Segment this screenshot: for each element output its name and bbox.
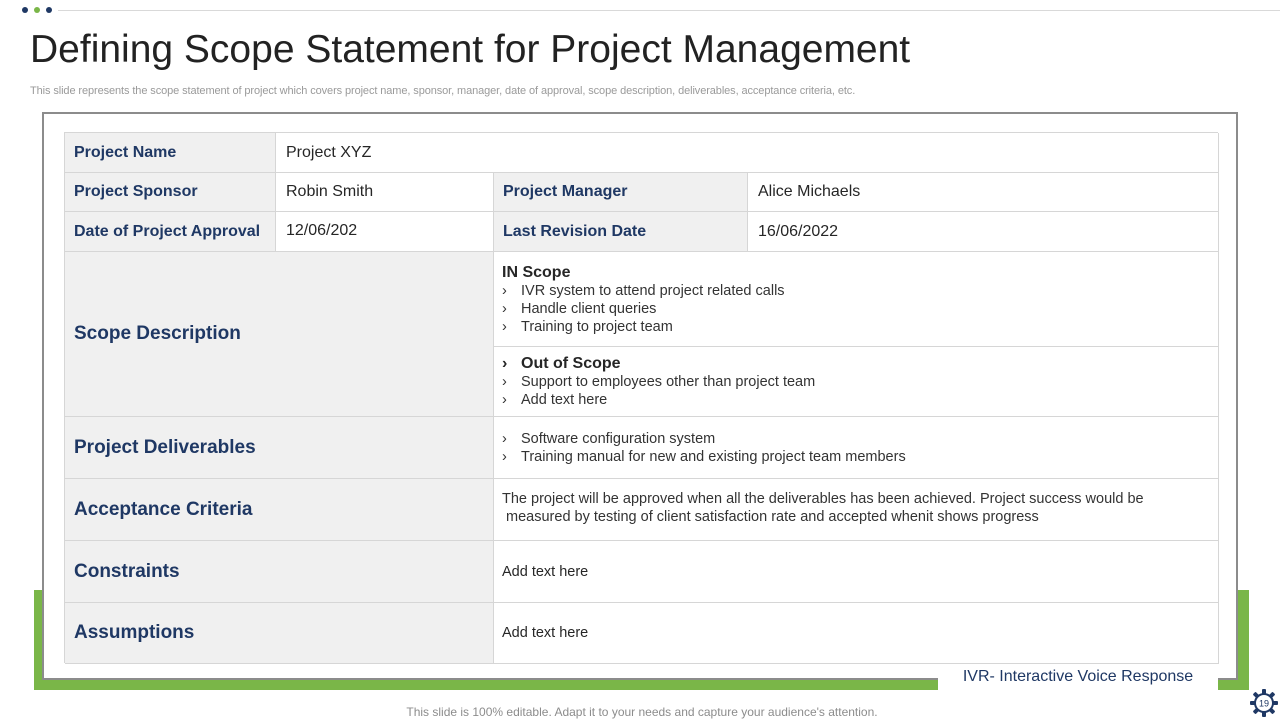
scope-table-frame: Project Name Project XYZ Project Sponsor… — [42, 112, 1238, 680]
acceptance-cell: The project will be approved when all th… — [494, 479, 1219, 541]
approval-date-value: 12/06/202 — [276, 212, 494, 252]
project-manager-value: Alice Michaels — [748, 173, 1219, 212]
list-item: › Support to employees other than project… — [502, 374, 816, 390]
chevron-icon: › — [502, 374, 507, 390]
dot-icon — [34, 7, 40, 13]
deliverables-cell: › Software configuration system › Training… — [494, 417, 1219, 479]
project-name-label: Project Name — [65, 133, 276, 173]
dot-icon — [46, 7, 52, 13]
footer-note: This slide is 100% editable. Adapt it to… — [406, 705, 878, 719]
acceptance-text-line-1: The project will be approved when all th… — [502, 491, 1144, 507]
out-scope-heading: › Out of Scope — [502, 355, 621, 372]
scope-table: Project Name Project XYZ Project Sponsor… — [64, 132, 1219, 664]
revision-date-label: Last Revision Date — [494, 212, 748, 252]
list-item: › Handle client queries — [502, 301, 657, 317]
deliverables-label: Project Deliverables — [65, 417, 494, 479]
chevron-icon: › — [502, 319, 507, 335]
chevron-icon: › — [502, 449, 507, 465]
revision-date-value: 16/06/2022 — [748, 212, 1219, 252]
chevron-icon: › — [502, 431, 507, 447]
top-divider — [58, 10, 1280, 11]
page-title: Defining Scope Statement for Project Man… — [30, 28, 911, 71]
ivr-note: IVR- Interactive Voice Response — [938, 664, 1218, 690]
project-sponsor-value: Robin Smith — [276, 173, 494, 212]
list-item: › Training manual for new and existing pr… — [502, 449, 906, 465]
gear-icon: 19 — [1250, 689, 1278, 717]
page-number-badge: 19 — [1249, 688, 1279, 718]
assumptions-value: Add text here — [494, 603, 1219, 664]
assumptions-label: Assumptions — [65, 603, 494, 664]
top-decoration — [0, 7, 1280, 13]
chevron-icon: › — [502, 392, 507, 408]
project-name-value: Project XYZ — [276, 133, 1219, 173]
page-subtitle: This slide represents the scope statemen… — [30, 85, 856, 97]
constraints-value: Add text here — [494, 541, 1219, 603]
acceptance-text-line-2: measured by testing of client satisfacti… — [502, 509, 1039, 525]
scope-description-label: Scope Description — [65, 252, 494, 417]
out-scope-cell: › Out of Scope › Support to employees othe… — [494, 347, 1219, 417]
in-scope-heading: IN Scope — [502, 264, 571, 281]
chevron-icon: › — [502, 355, 508, 372]
chevron-icon: › — [502, 301, 507, 317]
list-item: › Software configuration system — [502, 431, 716, 447]
acceptance-label: Acceptance Criteria — [65, 479, 494, 541]
list-item: › Training to project team — [502, 319, 673, 335]
project-manager-label: Project Manager — [494, 173, 748, 212]
list-item: › Add text here — [502, 392, 608, 408]
project-sponsor-label: Project Sponsor — [65, 173, 276, 212]
list-item: › IVR system to attend project related ca… — [502, 283, 785, 299]
page-number: 19 — [1259, 699, 1269, 709]
chevron-icon: › — [502, 283, 507, 299]
approval-date-label: Date of Project Approval — [65, 212, 276, 252]
dot-icon — [22, 7, 28, 13]
in-scope-cell: IN Scope › IVR system to attend project r… — [494, 252, 1219, 347]
constraints-label: Constraints — [65, 541, 494, 603]
